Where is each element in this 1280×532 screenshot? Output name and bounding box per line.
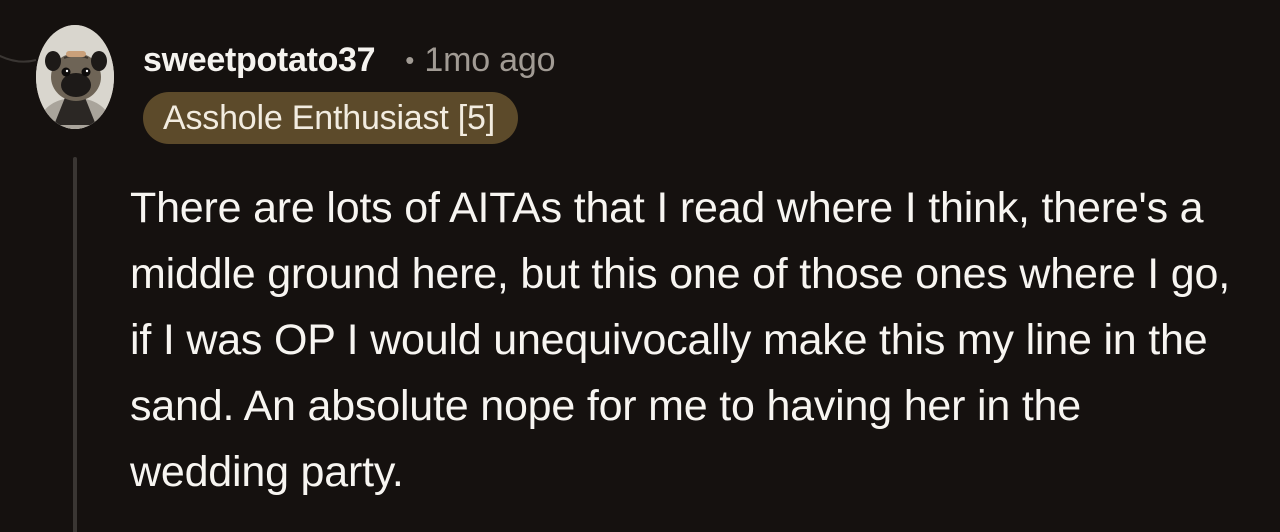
thread-connector — [0, 54, 37, 63]
avatar[interactable] — [36, 25, 114, 129]
comment: sweetpotato37 • 1mo ago Asshole Enthusia… — [0, 0, 1280, 532]
separator-dot: • — [405, 44, 415, 75]
username[interactable]: sweetpotato37 — [143, 41, 376, 80]
thread-line[interactable] — [73, 157, 77, 532]
pug-avatar-icon — [36, 25, 114, 129]
comment-header: sweetpotato37 • 1mo ago — [143, 37, 556, 83]
timestamp[interactable]: 1mo ago — [424, 41, 555, 80]
user-flair: Asshole Enthusiast [5] — [143, 92, 519, 144]
comment-body: There are lots of AITAs that I read wher… — [130, 184, 1230, 496]
